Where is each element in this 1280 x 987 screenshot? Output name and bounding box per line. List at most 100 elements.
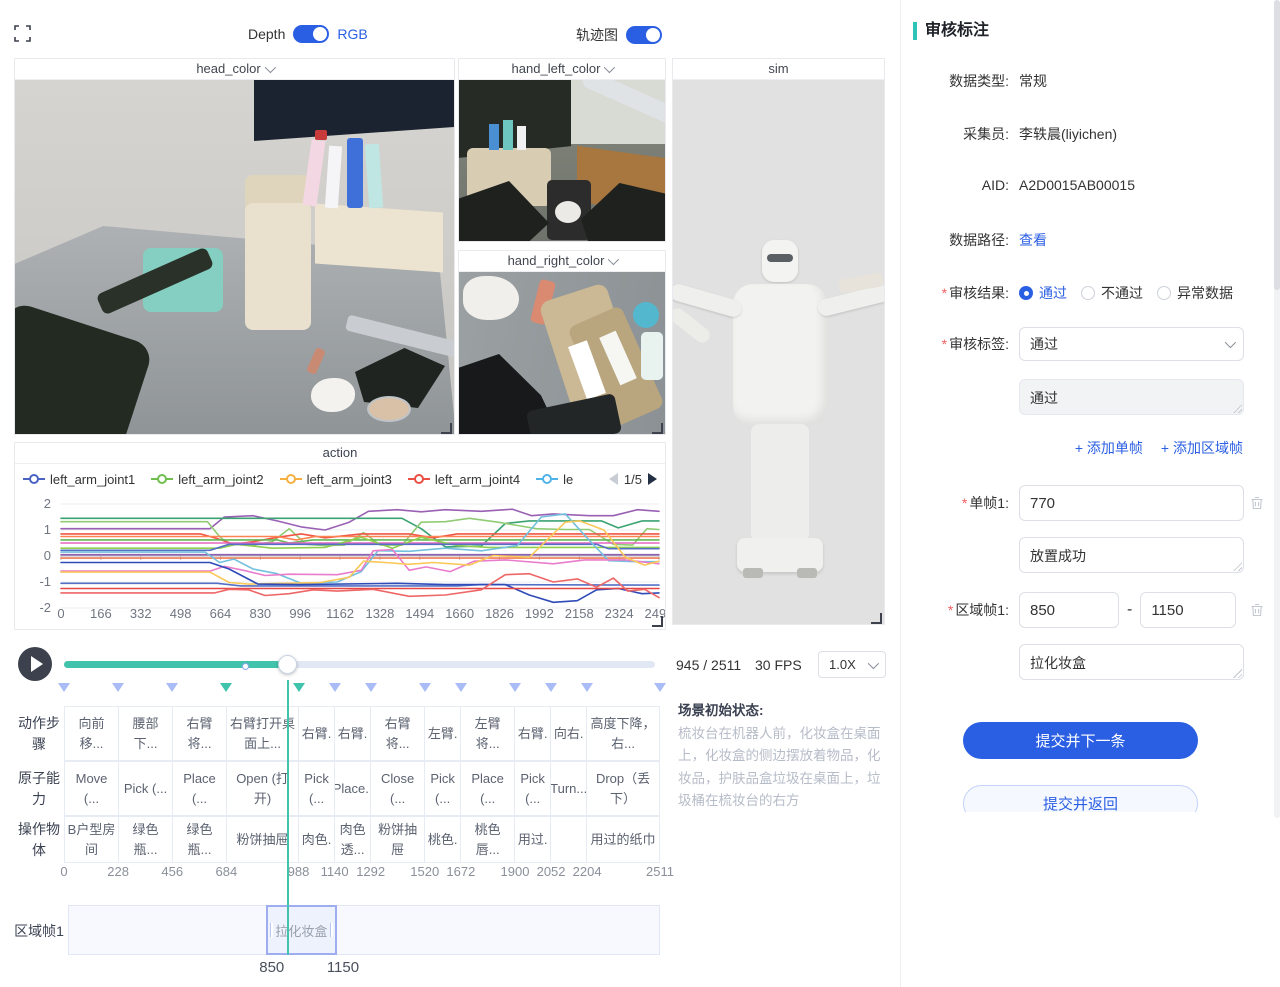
boundary-marker[interactable] bbox=[419, 683, 431, 692]
table-cell[interactable]: 肉色透... bbox=[335, 817, 371, 863]
table-cell[interactable]: Drop（丢下） bbox=[587, 762, 660, 816]
radio-icon bbox=[1157, 286, 1171, 300]
table-cell[interactable]: Place (... bbox=[461, 762, 515, 816]
row-cells: B户型房间绿色瓶...绿色瓶...粉饼抽屉肉色.肉色透...粉饼抽屉桃色.桃色唇… bbox=[64, 816, 660, 863]
table-cell[interactable]: 粉饼抽屉 bbox=[371, 817, 425, 863]
cap-shape bbox=[315, 130, 327, 140]
boundary-marker[interactable] bbox=[509, 683, 521, 692]
boundary-marker[interactable] bbox=[455, 683, 467, 692]
panel-scrollbar[interactable] bbox=[1274, 0, 1280, 818]
region-frame-comment[interactable]: 拉化妆盒 bbox=[1019, 644, 1244, 680]
boundary-marker[interactable] bbox=[365, 683, 377, 692]
table-cell[interactable]: B户型房间 bbox=[65, 817, 119, 863]
head-camera-header[interactable]: head_color bbox=[15, 59, 454, 80]
review-tag-select[interactable]: 通过 bbox=[1019, 327, 1244, 361]
review-result-radio[interactable]: 通过 bbox=[1019, 283, 1067, 303]
tube-shape bbox=[302, 139, 325, 206]
boundary-marker[interactable] bbox=[166, 683, 178, 692]
caddy-shape bbox=[315, 204, 443, 273]
table-cell[interactable]: 绿色瓶... bbox=[173, 817, 227, 863]
table-cell[interactable]: 桃色唇... bbox=[461, 817, 515, 863]
legend-prev-icon[interactable] bbox=[609, 473, 618, 485]
region-frame-end-input[interactable] bbox=[1140, 592, 1236, 628]
boundary-marker[interactable] bbox=[654, 683, 666, 692]
legend-item[interactable]: left_arm_joint3 bbox=[280, 472, 392, 487]
frame-axis-tick: 988 bbox=[288, 864, 310, 879]
table-cell[interactable]: 向右. bbox=[551, 707, 587, 761]
table-cell[interactable]: Place (... bbox=[173, 762, 227, 816]
add-single-frame-link[interactable]: + 添加单帧 bbox=[1075, 438, 1143, 458]
play-button[interactable] bbox=[18, 647, 52, 681]
boundary-marker[interactable] bbox=[581, 683, 593, 692]
submit-next-button[interactable]: 提交并下一条 bbox=[963, 722, 1198, 759]
table-cell[interactable]: Pick (... bbox=[515, 762, 551, 816]
table-cell[interactable]: 肉色. bbox=[299, 817, 335, 863]
playback-speed-select[interactable]: 1.0X bbox=[818, 651, 886, 678]
table-cell[interactable]: 右臂将... bbox=[173, 707, 227, 761]
table-cell[interactable]: 左臂将... bbox=[461, 707, 515, 761]
delete-region-frame-icon[interactable] bbox=[1249, 602, 1265, 618]
frame-axis-tick: 456 bbox=[161, 864, 183, 879]
legend-item[interactable]: left_arm_joint1 bbox=[23, 472, 135, 487]
table-cell[interactable]: 右臂. bbox=[515, 707, 551, 761]
table-cell[interactable]: Pick (... bbox=[299, 762, 335, 816]
row-label: 操作物体 bbox=[14, 816, 64, 863]
required-asterisk: * bbox=[942, 336, 947, 352]
table-cell[interactable]: 右臂将... bbox=[371, 707, 425, 761]
boundary-marker[interactable] bbox=[545, 683, 557, 692]
table-row: 操作物体B户型房间绿色瓶...绿色瓶...粉饼抽屉肉色.肉色透...粉饼抽屉桃色… bbox=[14, 816, 660, 863]
playhead-line[interactable] bbox=[287, 680, 289, 955]
boundary-marker[interactable] bbox=[58, 683, 70, 692]
table-cell[interactable]: Move (... bbox=[65, 762, 119, 816]
table-cell[interactable]: 高度下降，右... bbox=[587, 707, 660, 761]
submit-return-button[interactable]: 提交并返回 bbox=[963, 785, 1198, 812]
table-cell[interactable] bbox=[551, 817, 587, 863]
delete-single-frame-icon[interactable] bbox=[1249, 495, 1265, 511]
table-cell[interactable]: 桃色. bbox=[425, 817, 461, 863]
table-cell[interactable]: 向前移... bbox=[65, 707, 119, 761]
region-frame-label: *区域帧1: bbox=[901, 600, 1009, 620]
boundary-marker[interactable] bbox=[112, 683, 124, 692]
boundary-marker[interactable] bbox=[329, 683, 341, 692]
fullscreen-icon[interactable] bbox=[14, 25, 31, 42]
single-frame-comment[interactable]: 放置成功 bbox=[1019, 537, 1244, 573]
region-segment[interactable]: 拉化妆盒 bbox=[266, 905, 337, 955]
depth-rgb-toggle[interactable] bbox=[293, 25, 329, 43]
legend-next-icon[interactable] bbox=[648, 473, 657, 485]
resize-corner-icon[interactable] bbox=[441, 423, 452, 434]
boundary-marker[interactable] bbox=[220, 683, 232, 692]
table-cell[interactable]: 绿色瓶... bbox=[119, 817, 173, 863]
resize-corner-icon[interactable] bbox=[652, 616, 663, 627]
review-tag-comment[interactable]: 通过 bbox=[1019, 379, 1244, 415]
resize-corner-icon[interactable] bbox=[652, 423, 663, 434]
add-region-frame-link[interactable]: + 添加区域帧 bbox=[1161, 438, 1243, 458]
table-cell[interactable]: Turn... bbox=[551, 762, 587, 816]
scrollbar-thumb[interactable] bbox=[1274, 0, 1280, 290]
legend-item[interactable]: le bbox=[536, 472, 573, 487]
single-frame-input[interactable] bbox=[1019, 485, 1244, 521]
hand-left-camera-header[interactable]: hand_left_color bbox=[459, 59, 665, 80]
table-cell[interactable]: Pick (... bbox=[425, 762, 461, 816]
table-cell[interactable]: 右臂. bbox=[335, 707, 371, 761]
legend-item[interactable]: left_arm_joint2 bbox=[151, 472, 263, 487]
boundary-marker[interactable] bbox=[293, 683, 305, 692]
table-cell[interactable]: Pick (... bbox=[119, 762, 173, 816]
table-cell[interactable]: 左臂. bbox=[425, 707, 461, 761]
hand-right-camera-header[interactable]: hand_right_color bbox=[459, 251, 665, 272]
review-result-radio[interactable]: 异常数据 bbox=[1157, 283, 1233, 303]
trajectory-toggle[interactable] bbox=[626, 26, 662, 44]
resize-corner-icon[interactable] bbox=[871, 613, 882, 624]
data-path-view-link[interactable]: 查看 bbox=[1019, 230, 1047, 250]
table-cell[interactable]: Place.. bbox=[335, 762, 371, 816]
legend-item[interactable]: left_arm_joint4 bbox=[408, 472, 520, 487]
review-result-radio[interactable]: 不通过 bbox=[1081, 283, 1143, 303]
table-cell[interactable]: 用过. bbox=[515, 817, 551, 863]
table-cell[interactable]: 腰部下... bbox=[119, 707, 173, 761]
table-cell[interactable]: 用过的纸巾 bbox=[587, 817, 660, 863]
region-bar bbox=[68, 905, 660, 955]
data-type-label: 数据类型: bbox=[901, 71, 1009, 91]
timeline-slider-handle[interactable] bbox=[278, 655, 297, 674]
region-frame-start-input[interactable] bbox=[1019, 592, 1119, 628]
table-cell[interactable]: 右臂. bbox=[299, 707, 335, 761]
table-cell[interactable]: Close (... bbox=[371, 762, 425, 816]
